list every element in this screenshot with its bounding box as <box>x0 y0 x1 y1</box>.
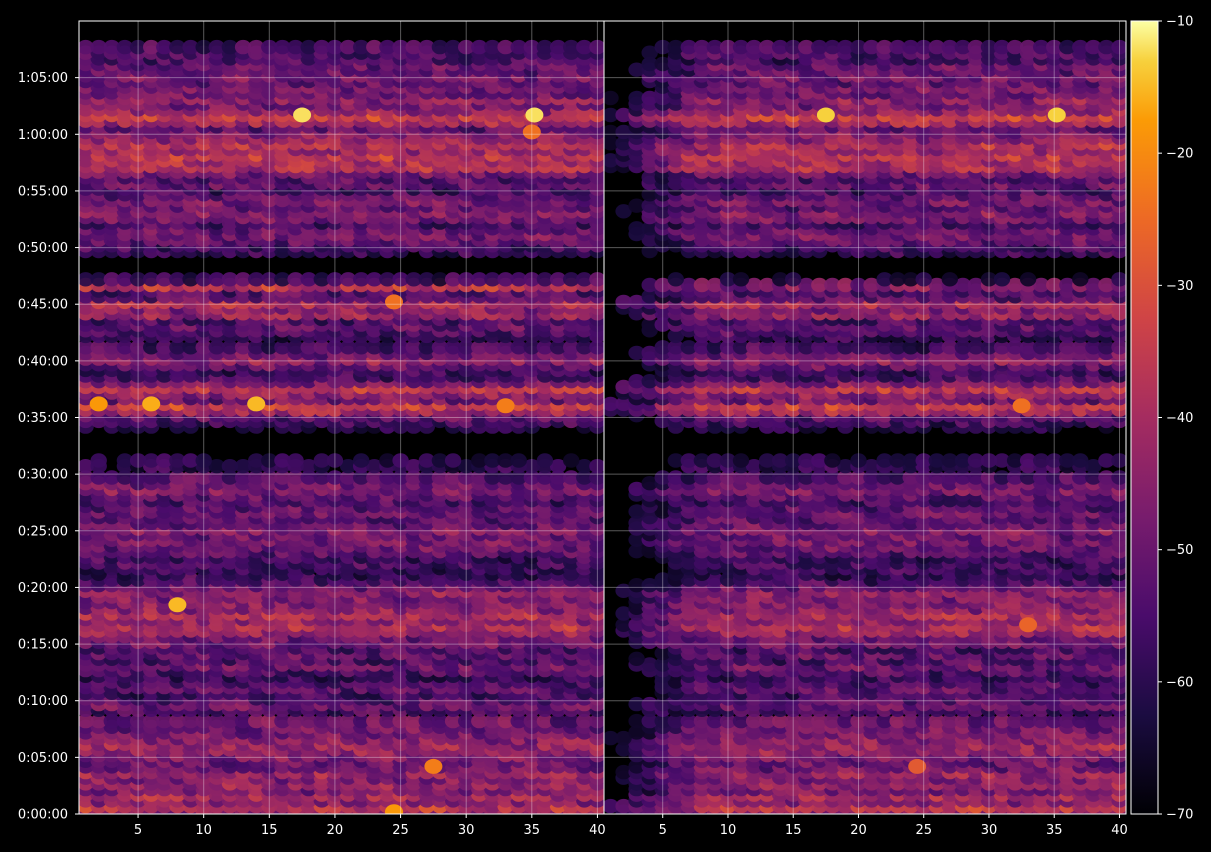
heatmap-cell <box>563 453 580 468</box>
heatmap-hot-cell <box>496 398 515 414</box>
heatmap-cell <box>287 453 304 468</box>
heatmap-hot-cell <box>293 107 312 123</box>
heatmap-hot-cell <box>247 396 266 412</box>
heatmap-cell <box>536 453 554 468</box>
heatmap-panel-right <box>604 39 1126 814</box>
heatmap-hot-cell <box>142 396 161 412</box>
chart-canvas: 0:00:000:05:000:10:000:15:000:20:000:25:… <box>18 15 1194 839</box>
heatmap-cell <box>510 453 527 468</box>
heatmap-hot-cell <box>168 597 187 613</box>
heatmap-hot-cell <box>89 396 108 412</box>
heatmap-cell <box>90 453 107 468</box>
heatmap-cell <box>444 453 462 468</box>
heatmap-panel-left <box>79 39 604 814</box>
heatmap-hot-cell <box>525 107 544 123</box>
heatmap-cell <box>353 453 370 468</box>
heatmap-hot-cell <box>424 758 443 774</box>
